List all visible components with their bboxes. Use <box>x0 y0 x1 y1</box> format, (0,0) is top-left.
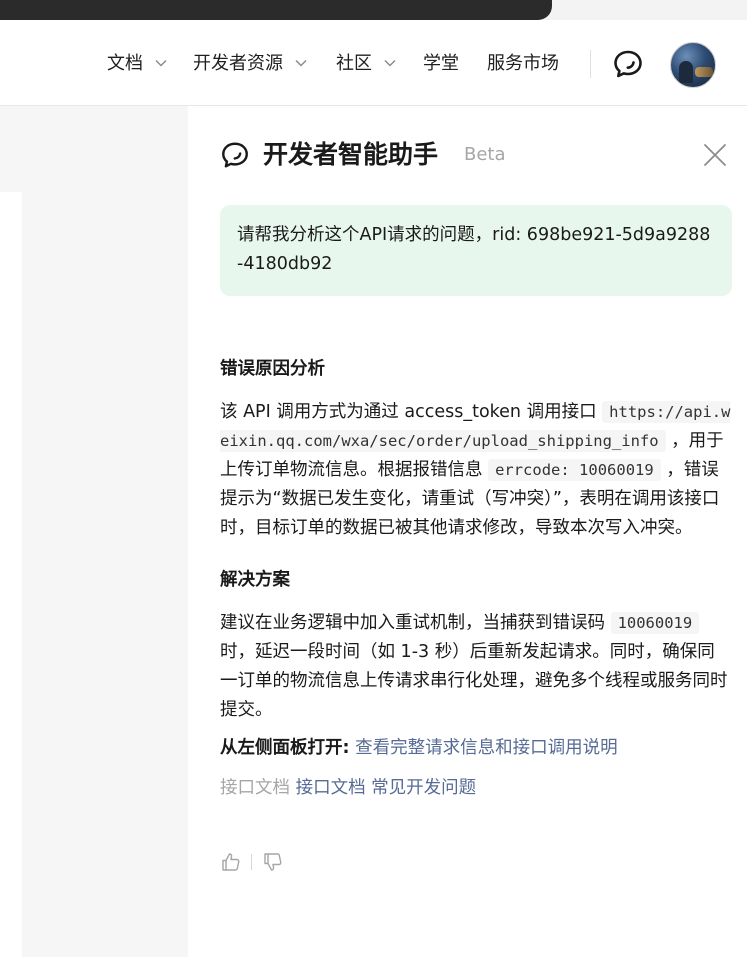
avatar-light <box>695 67 713 77</box>
error-analysis-paragraph: 该 API 调用方式为通过 access_token 调用接口 https://… <box>220 398 732 543</box>
user-message-text: 请帮我分析这个API请求的问题，rid: 698be921-5d9a9288-4… <box>237 225 711 274</box>
view-full-request-link[interactable]: 查看完整请求信息和接口调用说明 <box>355 738 618 758</box>
nav-label-docs: 文档 <box>107 53 143 74</box>
reference-links: 接口文档 接口文档 常见开发问题 <box>220 773 732 803</box>
left-content-card <box>0 192 22 957</box>
site-header: 文档 开发者资源 社区 学堂 服务市场 <box>0 20 747 106</box>
open-from-left-panel: 从左侧面板打开: 查看完整请求信息和接口调用说明 <box>220 733 732 763</box>
beta-badge: Beta <box>464 144 506 165</box>
nav-divider <box>590 50 591 78</box>
open-lead-label: 从左侧面板打开: <box>220 738 350 758</box>
chat-bubble-icon <box>222 142 248 168</box>
user-message-bubble: 请帮我分析这个API请求的问题，rid: 698be921-5d9a9288-4… <box>220 205 732 296</box>
nav-label-developer-resources: 开发者资源 <box>193 53 283 74</box>
nav-item-developer-resources[interactable]: 开发者资源 <box>193 52 307 76</box>
assistant-answer: 错误原因分析 该 API 调用方式为通过 access_token 调用接口 h… <box>220 352 732 803</box>
api-docs-link[interactable]: 接口文档 <box>296 778 366 798</box>
chevron-down-icon <box>155 59 167 67</box>
section-title-error-analysis: 错误原因分析 <box>220 359 325 379</box>
browser-tab-strip <box>0 0 552 20</box>
refs-label: 接口文档 <box>220 778 290 798</box>
faq-link[interactable]: 常见开发问题 <box>371 778 476 798</box>
nav-item-academy[interactable]: 学堂 <box>423 52 459 76</box>
nav-label-service-market: 服务市场 <box>487 53 559 74</box>
feedback-divider <box>251 854 252 870</box>
section-title-solution: 解决方案 <box>220 570 290 590</box>
solution-paragraph: 建议在业务逻辑中加入重试机制，当捕获到错误码 10060019 时，延迟一段时间… <box>220 609 732 725</box>
nav-item-community[interactable]: 社区 <box>336 52 396 76</box>
close-icon[interactable] <box>700 140 730 170</box>
avatar-figure <box>679 61 693 83</box>
code-errcode: errcode: 10060019 <box>488 459 661 481</box>
panel-title: 开发者智能助手 <box>263 140 439 169</box>
answer-text: 建议在业务逻辑中加入重试机制，当捕获到错误码 <box>220 613 611 633</box>
thumbs-down-icon[interactable] <box>262 851 284 873</box>
thumbs-up-icon[interactable] <box>220 851 242 873</box>
chevron-down-icon <box>295 59 307 67</box>
browser-top-bar <box>0 0 747 20</box>
nav-label-community: 社区 <box>336 53 372 74</box>
left-content-area <box>0 106 188 957</box>
code-error-number: 10060019 <box>610 612 700 634</box>
nav-item-docs[interactable]: 文档 <box>107 52 167 76</box>
answer-text: 时，延迟一段时间（如 1-3 秒）后重新发起请求。同时，确保同一订单的物流信息上… <box>220 642 728 720</box>
answer-text: 该 API 调用方式为通过 access_token 调用接口 <box>220 402 603 422</box>
chevron-down-icon <box>384 59 396 67</box>
chat-bubble-icon[interactable] <box>612 48 644 80</box>
nav-item-service-market[interactable]: 服务市场 <box>487 52 559 76</box>
user-avatar[interactable] <box>670 42 716 88</box>
nav-label-academy: 学堂 <box>423 53 459 74</box>
